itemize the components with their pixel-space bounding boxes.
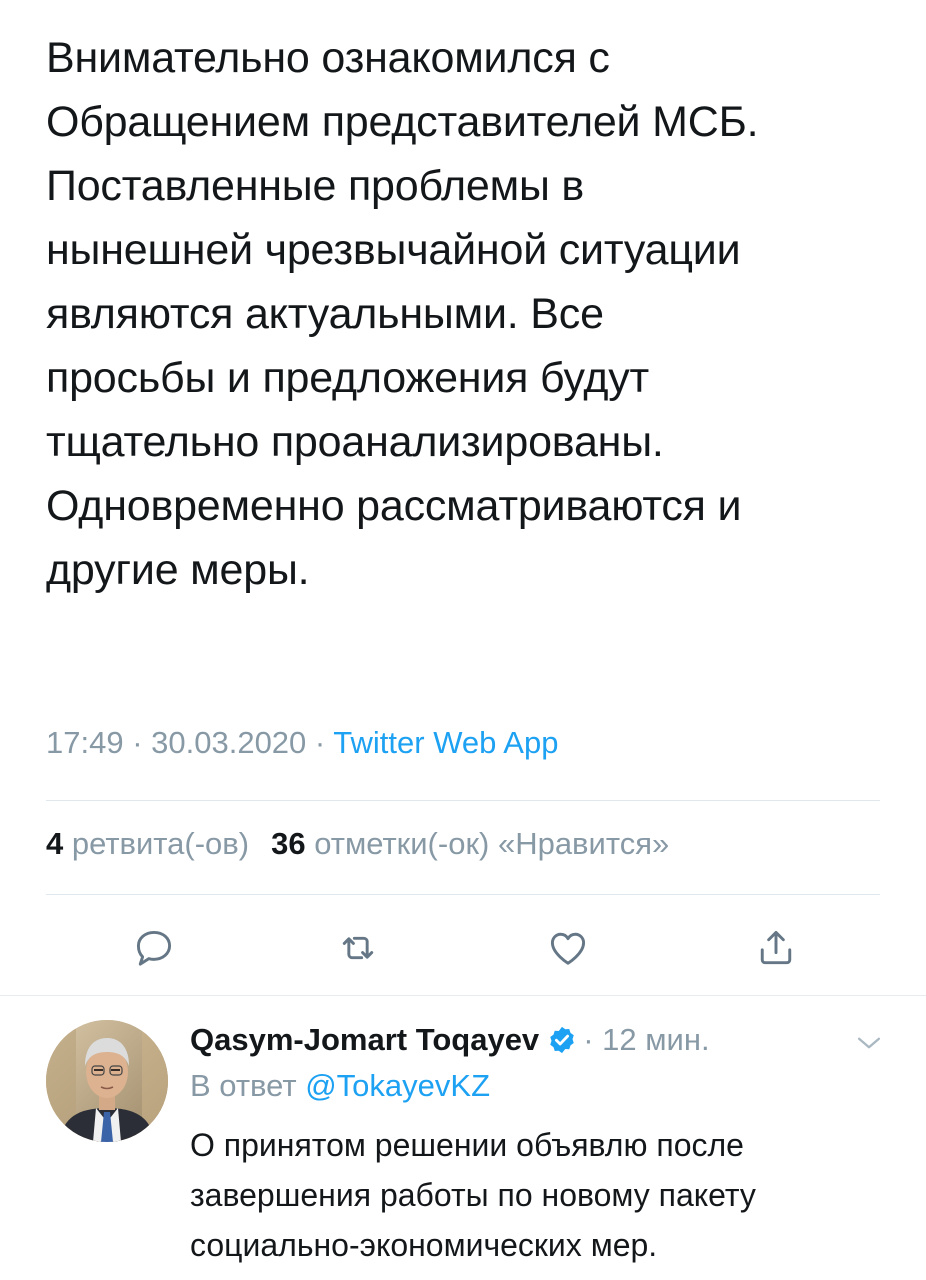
divider <box>46 800 880 801</box>
retweet-icon <box>342 936 374 960</box>
verified-badge-icon <box>550 1026 574 1054</box>
likes-count: 36 <box>271 826 306 861</box>
chevron-down-icon[interactable] <box>852 1026 886 1060</box>
reply-tweet[interactable]: Qasym-Jomart Toqayev · 12 мин. В ответ @… <box>0 996 926 1280</box>
tweet-source-link[interactable]: Twitter Web App <box>333 725 558 760</box>
tweet-stats: 4 ретвита(-ов) 36 отметки(-ок) «Нравится» <box>46 826 669 862</box>
likes-stat[interactable]: 36 отметки(-ок) «Нравится» <box>271 826 669 861</box>
tweet-date: 30.03.2020 <box>151 725 307 760</box>
reply-context: В ответ @TokayevKZ <box>190 1068 490 1104</box>
retweets-stat[interactable]: 4 ретвита(-ов) <box>46 826 249 861</box>
reply-button[interactable] <box>126 920 182 976</box>
tweet-time: 17:49 <box>46 725 124 760</box>
divider <box>46 894 880 895</box>
reply-prefix: В ответ <box>190 1068 306 1103</box>
tweet-detail-screen: Внимательно ознакомился с Обращением пре… <box>0 0 926 1280</box>
avatar[interactable] <box>46 1020 168 1142</box>
reply-time: · 12 мин. <box>583 1022 710 1057</box>
retweets-label: ретвита(-ов) <box>71 826 250 861</box>
retweet-button[interactable] <box>330 920 386 976</box>
reply-handle-link[interactable]: @TokayevKZ <box>305 1068 490 1103</box>
likes-label: отметки(-ок) «Нравится» <box>314 826 670 861</box>
author-name[interactable]: Qasym-Jomart Toqayev <box>190 1022 539 1058</box>
share-button[interactable] <box>748 920 804 976</box>
share-icon <box>760 930 792 965</box>
meta-separator: · <box>306 725 334 760</box>
heart-icon <box>550 932 586 965</box>
meta-separator: · <box>123 725 152 760</box>
like-button[interactable] <box>540 920 596 976</box>
tweet-actions <box>0 920 926 976</box>
tweet-text: Внимательно ознакомился с Обращением пре… <box>46 34 759 594</box>
reply-header: Qasym-Jomart Toqayev · 12 мин. <box>190 1022 710 1058</box>
reply-icon <box>136 930 172 966</box>
tweet-meta: 17:49 · 30.03.2020 · Twitter Web App <box>46 725 558 761</box>
reply-text: О принятом решении объявлю после заверше… <box>190 1127 756 1263</box>
avatar-portrait-image <box>46 1020 168 1142</box>
retweets-count: 4 <box>46 826 64 861</box>
